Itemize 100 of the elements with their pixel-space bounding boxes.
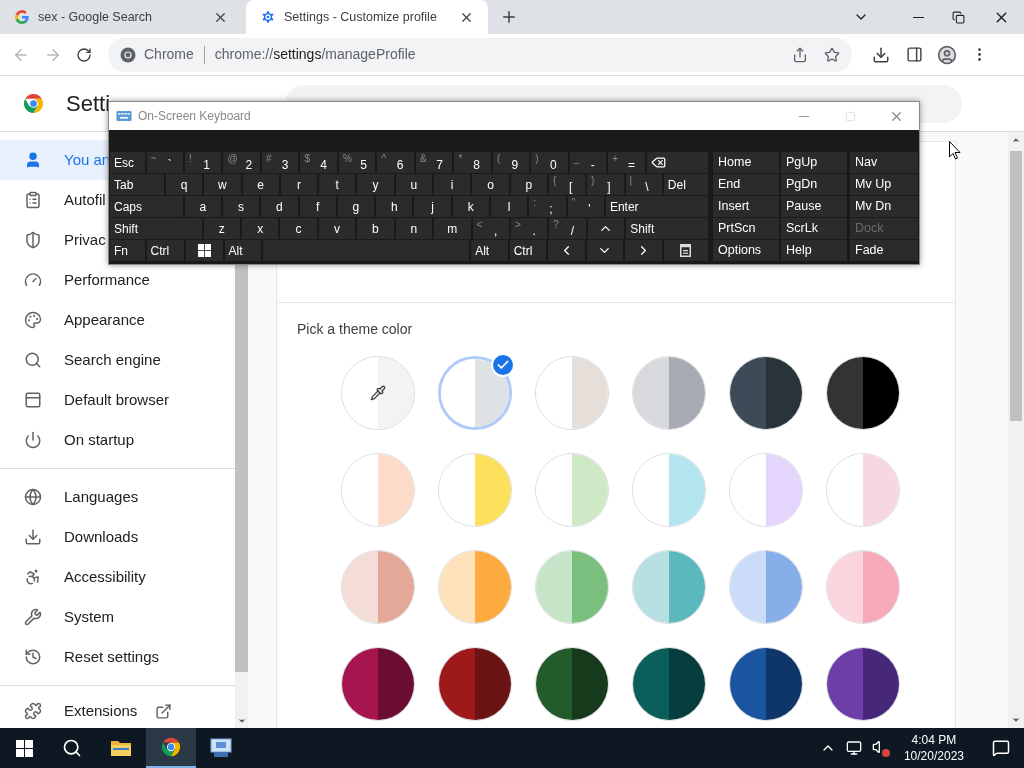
key[interactable]: : ;: [529, 196, 566, 217]
key[interactable]: * 8: [454, 152, 491, 173]
key[interactable]: Insert: [713, 196, 779, 217]
theme-color-swatch[interactable]: [341, 453, 415, 527]
key[interactable]: [663, 240, 709, 261]
key[interactable]: Alt: [471, 240, 508, 261]
theme-color-swatch[interactable]: [438, 453, 512, 527]
key[interactable]: PrtScn: [713, 218, 779, 239]
theme-color-swatch[interactable]: [341, 647, 415, 721]
key[interactable]: g: [337, 196, 375, 217]
theme-color-swatch[interactable]: [341, 356, 415, 430]
address-bar[interactable]: Chrome chrome://settings/manageProfile: [108, 37, 852, 72]
theme-color-swatch[interactable]: [729, 647, 803, 721]
key[interactable]: < ,: [472, 218, 509, 239]
scroll-down-icon[interactable]: [236, 716, 247, 726]
key[interactable]: w: [204, 174, 241, 195]
sidebar-item[interactable]: Default browser: [0, 380, 235, 420]
key[interactable]: Ctrl: [509, 240, 547, 261]
key[interactable]: Fn: [110, 240, 145, 261]
theme-color-swatch[interactable]: [535, 453, 609, 527]
key[interactable]: Fade: [850, 240, 918, 261]
theme-color-swatch[interactable]: [729, 356, 803, 430]
key[interactable]: " ': [567, 196, 604, 217]
theme-color-swatch[interactable]: [632, 356, 706, 430]
key[interactable]: Caps: [110, 196, 183, 217]
key[interactable]: Shift: [110, 218, 202, 239]
key[interactable]: End: [713, 174, 779, 195]
key[interactable]: { [: [548, 174, 586, 195]
scrollbar[interactable]: [1008, 132, 1024, 728]
key[interactable]: Shift: [626, 218, 708, 239]
key[interactable]: f: [299, 196, 336, 217]
key[interactable]: Pause: [781, 196, 847, 217]
key[interactable]: Ctrl: [146, 240, 184, 261]
key[interactable]: q: [165, 174, 203, 195]
key[interactable]: [646, 152, 708, 173]
restore-icon[interactable]: [952, 10, 965, 24]
sidebar-item[interactable]: Search engine: [0, 340, 235, 380]
key[interactable]: j: [414, 196, 451, 217]
minimize-icon[interactable]: [913, 16, 924, 18]
key[interactable]: k: [452, 196, 489, 217]
key[interactable]: s: [222, 196, 260, 217]
share-icon[interactable]: [792, 46, 808, 63]
sidebar-item[interactable]: Appearance: [0, 300, 235, 340]
key[interactable]: c: [280, 218, 317, 239]
key[interactable]: ( 9: [492, 152, 530, 173]
key[interactable]: PgUp: [781, 152, 847, 173]
theme-color-swatch[interactable]: [826, 453, 900, 527]
sidebar-item[interactable]: Downloads: [0, 517, 235, 557]
key[interactable]: ^ 6: [377, 152, 414, 173]
key[interactable]: z: [203, 218, 240, 239]
sidebar-item[interactable]: Reset settings: [0, 637, 235, 677]
key[interactable]: ! 1: [185, 152, 222, 173]
key[interactable]: t: [319, 174, 356, 195]
sidebar-item[interactable]: Accessibility: [0, 557, 235, 597]
key[interactable]: h: [376, 196, 413, 217]
key[interactable]: _ -: [569, 152, 607, 173]
key[interactable]: ScrLk: [781, 218, 847, 239]
theme-color-swatch[interactable]: [438, 550, 512, 624]
theme-color-swatch[interactable]: [341, 550, 415, 624]
theme-color-swatch[interactable]: [438, 647, 512, 721]
theme-color-swatch[interactable]: [632, 647, 706, 721]
key[interactable]: ) 0: [531, 152, 568, 173]
key[interactable]: Help: [781, 240, 847, 261]
theme-color-swatch[interactable]: [632, 453, 706, 527]
key[interactable]: Nav: [850, 152, 918, 173]
key[interactable]: y: [357, 174, 394, 195]
side-panel-icon[interactable]: [906, 46, 923, 63]
taskbar-app[interactable]: [146, 728, 196, 768]
key[interactable]: x: [242, 218, 279, 239]
volume-icon[interactable]: [871, 739, 890, 757]
theme-color-swatch[interactable]: [535, 550, 609, 624]
scroll-down-icon[interactable]: [1011, 715, 1021, 725]
network-icon[interactable]: [845, 740, 862, 756]
theme-color-swatch[interactable]: [826, 647, 900, 721]
key[interactable]: # 3: [261, 152, 299, 173]
key[interactable]: | \: [625, 174, 662, 195]
theme-color-swatch[interactable]: [535, 647, 609, 721]
key[interactable]: @ 2: [223, 152, 260, 173]
key[interactable]: Tab: [110, 174, 164, 195]
browser-tab[interactable]: sex - Google Search: [0, 0, 242, 34]
key[interactable]: v: [318, 218, 356, 239]
key[interactable]: p: [510, 174, 547, 195]
key[interactable]: ~ `: [146, 152, 183, 173]
key[interactable]: a: [184, 196, 221, 217]
key[interactable]: r: [280, 174, 318, 195]
key[interactable]: d: [261, 196, 298, 217]
key[interactable]: i: [434, 174, 471, 195]
key[interactable]: o: [472, 174, 509, 195]
reload-icon[interactable]: [76, 46, 92, 63]
theme-color-swatch[interactable]: [826, 356, 900, 430]
key[interactable]: Mv Up: [850, 174, 918, 195]
key[interactable]: + =: [608, 152, 645, 173]
key[interactable]: PgDn: [781, 174, 847, 195]
key[interactable]: Enter: [605, 196, 708, 217]
theme-color-swatch[interactable]: [632, 550, 706, 624]
notification-icon[interactable]: [992, 739, 1010, 757]
theme-color-swatch[interactable]: [729, 453, 803, 527]
key[interactable]: & 7: [415, 152, 453, 173]
sidebar-item[interactable]: On startup: [0, 420, 235, 460]
key[interactable]: b: [357, 218, 394, 239]
